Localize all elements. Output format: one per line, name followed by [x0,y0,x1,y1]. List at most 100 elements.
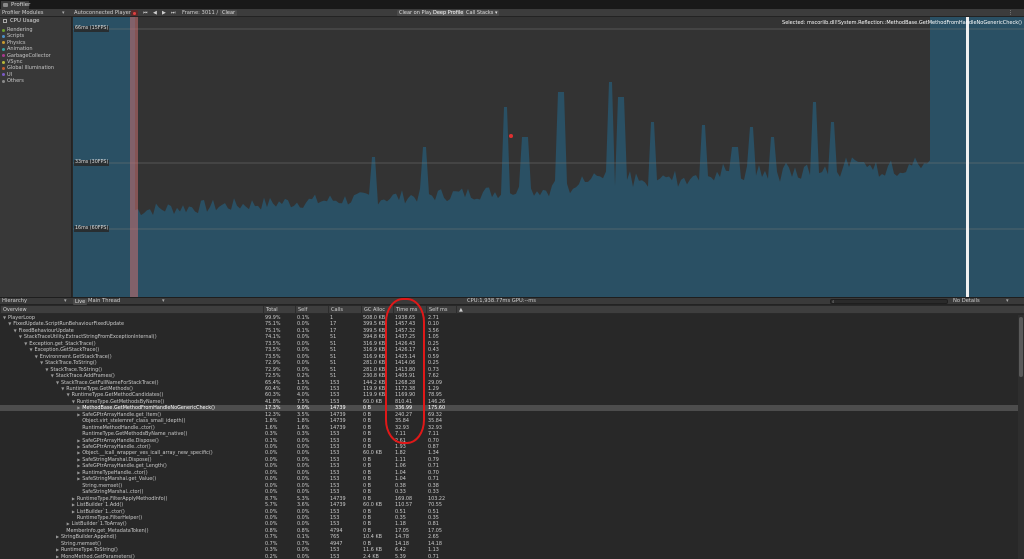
table-row[interactable]: ▼ StackTrace.ToString() 72.9% 0.0% 51 281.0 K… [0,367,1018,373]
table-row[interactable]: ▼ Exception.get_StackTrace() 73.5% 0.0% 51 31… [0,341,1018,347]
expand-right-icon[interactable]: ▶ [77,444,80,450]
table-row[interactable]: MemberInfo.get_MetadataToken() 0.8% 0.8% 47… [0,528,1018,534]
expand-down-icon[interactable]: ▼ [3,315,6,321]
module-item-others[interactable]: Others [2,78,24,84]
column-header-4[interactable]: GC Alloc [361,306,393,314]
expand-right-icon[interactable]: ▶ [56,547,59,553]
cpu-usage-graph[interactable]: 66ms (15FPS) 33ms (30FPS) 16ms (60FPS) S… [73,17,1024,297]
table-row[interactable]: ▶ SafeGPtrArrayHandle.get_Item() 12.3% 3.5%… [0,412,1018,418]
column-header-3[interactable]: Calls [328,306,361,314]
record-button[interactable] [131,10,138,16]
cpu-usage-module[interactable]: CPU Usage [3,18,39,24]
table-row[interactable]: ▼ StackTrace.AddFrames() 72.5% 0.2% 51 230.8 … [0,373,1018,379]
table-row[interactable]: ▶ RuntimeType.ToString() 0.3% 0.0% 153 11.6 K… [0,547,1018,553]
table-row[interactable]: ▶ RuntimeTypeHandle..ctor() 0.0% 0.0% 153 0 B… [0,470,1018,476]
thread-dropdown[interactable]: Main Thread [88,298,120,305]
table-row[interactable]: ▶ RuntimeType.FilterApplyMethodInfo() 8.7%… [0,496,1018,502]
table-row[interactable]: ▶ MonoMethod.GetParameters() 0.2% 0.0% 153 2.… [0,554,1018,559]
table-row[interactable]: ▶ SafeGPtrArrayHandle..ctor() 0.0% 0.0% 153 0… [0,444,1018,450]
first-frame-icon[interactable]: ⏮ [143,9,148,17]
table-row[interactable]: ▼ Exception.GetStackTrace() 73.5% 0.0% 51 316… [0,347,1018,353]
table-row[interactable]: ▼ FixedBehaviourUpdate 75.1% 0.1% 17 399.5 KB… [0,328,1018,334]
module-item-global-illumination[interactable]: Global Illumination [2,65,54,71]
expand-right-icon[interactable]: ▶ [77,412,80,418]
search-input[interactable]: ⌕ [830,299,948,305]
table-row[interactable]: RuntimeType.GetMethodsByName_native() 0.3… [0,431,1018,437]
table-row[interactable]: ▶ ListBuilder`1.Add() 5.7% 3.6% 14739 60.0 KB… [0,502,1018,508]
table-row[interactable]: ▶ MethodBase.GetMethodFromHandleNoGeneric… [0,405,1018,412]
next-frame-icon[interactable]: ▶ [162,9,166,17]
expand-down-icon[interactable]: ▼ [61,386,64,392]
vertical-scrollbar[interactable] [1018,315,1024,559]
column-header-0[interactable]: Overview [0,306,263,314]
table-row[interactable]: String.memset() 0.7% 0.7% 4947 0 B 14.18 14.18 [0,541,1018,547]
table-row[interactable]: ▶ ListBuilder`1..ctor() 0.0% 0.0% 153 0 B 0.51… [0,509,1018,515]
expand-right-icon[interactable]: ▶ [77,438,80,444]
expand-down-icon[interactable]: ▼ [51,373,54,379]
expand-right-icon[interactable]: ▶ [72,496,75,502]
chevron-down-icon[interactable]: ▾ [162,298,165,305]
table-row[interactable]: ▶ SafeGPtrArrayHandle.Dispose() 0.1% 0.0% 15… [0,438,1018,444]
expand-down-icon[interactable]: ▼ [8,321,11,327]
chevron-down-icon[interactable]: ▾ [64,298,67,305]
expand-down-icon[interactable]: ▼ [24,341,27,347]
scrollbar-thumb[interactable] [1019,317,1023,377]
table-row[interactable]: RuntimeMethodHandle..ctor() 1.6% 1.6% 14739… [0,425,1018,431]
more-options-icon[interactable]: ⋮ [1008,9,1013,17]
expand-down-icon[interactable]: ▼ [19,334,22,340]
table-row[interactable]: SafeStringMarshal..ctor() 0.0% 0.0% 153 0 B 0… [0,489,1018,495]
table-row[interactable]: Object.virt_stelemref_class_small_idepth… [0,418,1018,424]
module-item-ui[interactable]: UI [2,72,12,78]
module-item-garbagecollector[interactable]: GarbageCollector [2,53,51,59]
column-header-5[interactable]: Time ms [393,306,426,314]
expand-right-icon[interactable]: ▶ [77,405,80,411]
expand-right-icon[interactable]: ▶ [67,521,70,527]
current-frame-icon[interactable]: ⏭ [171,9,176,17]
clear-button[interactable]: Clear [220,10,238,16]
table-row[interactable]: ▶ StringBuilder.Append() 0.7% 0.1% 765 10.4 K… [0,534,1018,540]
table-row[interactable]: ▼ Environment.GetStackTrace() 73.5% 0.0% 51 3… [0,354,1018,360]
expand-right-icon[interactable]: ▶ [56,554,59,559]
table-row[interactable]: ▶ Object.__icall_wrapper_ves_icall_array_… [0,450,1018,456]
expand-down-icon[interactable]: ▼ [30,347,33,353]
call-stacks-dropdown[interactable]: Call Stacks ▾ [464,10,500,16]
expand-right-icon[interactable]: ▶ [77,470,80,476]
expand-right-icon[interactable]: ▶ [77,476,80,482]
table-row[interactable]: ▼ FixedUpdate.ScriptRunBehaviourFixedUpda… [0,321,1018,327]
column-header-1[interactable]: Total [263,306,295,314]
column-header-7[interactable]: ▲ [456,306,464,314]
table-row[interactable]: ▶ ListBuilder`1.ToArray() 0.0% 0.0% 153 0 B 1.… [0,521,1018,527]
expand-right-icon[interactable]: ▶ [77,450,80,456]
clear-on-play-toggle[interactable]: Clear on Play [397,10,434,16]
cpu-timeline-chart[interactable] [73,17,1024,297]
expand-right-icon[interactable]: ▶ [77,463,80,469]
column-header-6[interactable]: Self ms [426,306,456,314]
profiler-window-tab[interactable]: Profiler [1,1,30,9]
expand-down-icon[interactable]: ▼ [67,392,70,398]
expand-down-icon[interactable]: ▼ [45,367,48,373]
table-row[interactable]: ▼ RuntimeType.GetMethodsByName() 41.8% 7.5%… [0,399,1018,405]
module-item-physics[interactable]: Physics [2,40,26,46]
live-toggle[interactable]: Live [73,298,88,305]
details-dropdown[interactable]: No Details [953,298,980,305]
profiler-modules-dropdown[interactable]: Profiler Modules [2,9,43,17]
expand-down-icon[interactable]: ▼ [56,380,59,386]
table-row[interactable]: ▼ StackTrace.GetFullNameForStackTrace() 65… [0,380,1018,386]
view-mode-dropdown[interactable]: Hierarchy [2,298,27,305]
module-item-scripts[interactable]: Scripts [2,33,24,39]
module-item-vsync[interactable]: VSync [2,59,22,65]
table-row[interactable]: ▶ SafeStringMarshal.Dispose() 0.0% 0.0% 153 0… [0,457,1018,463]
table-row[interactable]: ▼ RuntimeType.GetMethodCandidates() 60.3% 4… [0,392,1018,398]
expand-down-icon[interactable]: ▼ [72,399,75,405]
module-item-rendering[interactable]: Rendering [2,27,33,33]
expand-right-icon[interactable]: ▶ [77,457,80,463]
prev-frame-icon[interactable]: ◀ [153,9,157,17]
expand-down-icon[interactable]: ▼ [14,328,17,334]
expand-right-icon[interactable]: ▶ [72,509,75,515]
table-row[interactable]: ▶ SafeGPtrArrayHandle.get_Length() 0.0% 0.0… [0,463,1018,469]
module-item-animation[interactable]: Animation [2,46,33,52]
column-header-2[interactable]: Self [295,306,328,314]
target-player-dropdown[interactable]: Autoconnected Player ▾ [74,9,135,17]
table-row[interactable]: ▼ StackTrace.ToString() 72.9% 0.0% 51 281.0 K… [0,360,1018,366]
table-row[interactable]: ▼ PlayerLoop 99.9% 0.1% 1 508.0 KB 1938.65 2.71 [0,315,1018,321]
